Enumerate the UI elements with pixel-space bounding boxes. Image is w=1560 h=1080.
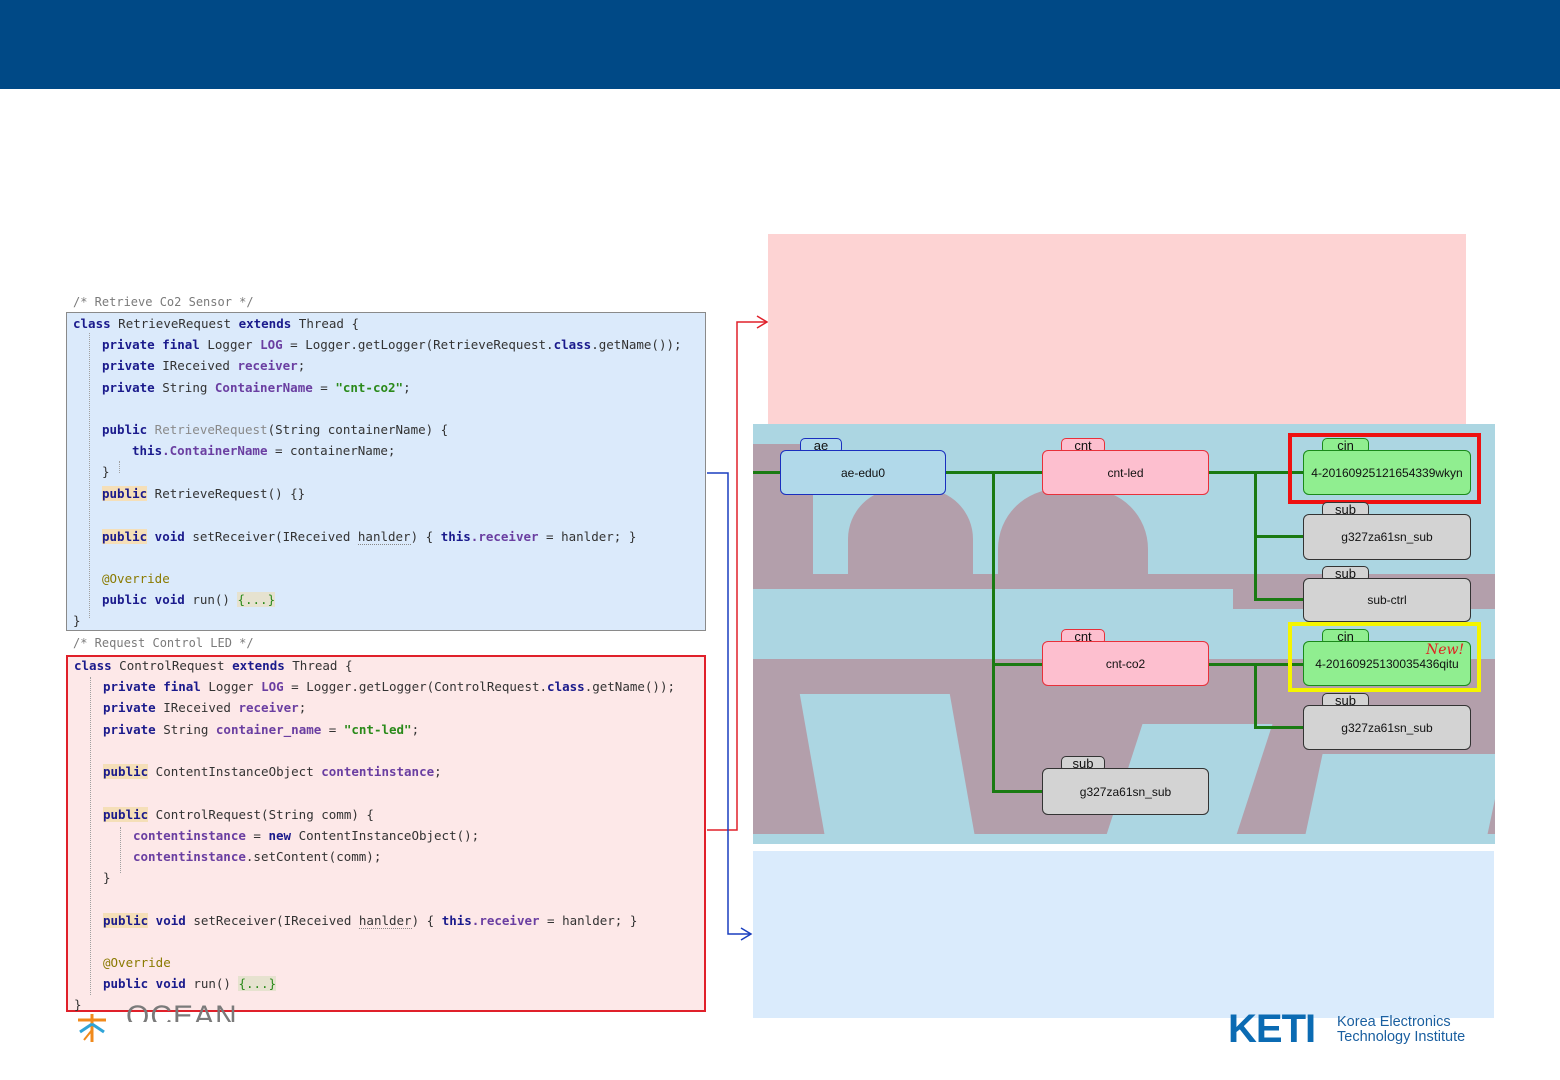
ocean-logo: OCEAN xyxy=(72,1000,252,1046)
ocean-wordmark: OCEAN xyxy=(126,1000,238,1022)
tree-node-sub-co2[interactable]: g327za61sn_sub xyxy=(1303,705,1471,750)
highlight-box-red xyxy=(1288,433,1481,504)
tree-link xyxy=(753,471,781,474)
resource-tree-panel: ae ae-edu0 cnt cnt-led cnt cnt-co2 sub g… xyxy=(753,424,1495,844)
response-panel-blue xyxy=(753,851,1494,1018)
tree-link xyxy=(992,790,1043,793)
tree-node-cnt-led[interactable]: cnt-led xyxy=(1042,450,1209,495)
highlight-box-yellow xyxy=(1288,622,1481,692)
keti-name-line1: Korea Electronics xyxy=(1337,1014,1451,1030)
tree-link xyxy=(1254,663,1257,729)
tree-link xyxy=(1254,535,1304,538)
tree-node-ae-edu0[interactable]: ae-edu0 xyxy=(780,450,946,495)
tree-link xyxy=(1254,726,1304,729)
tree-link xyxy=(1254,598,1304,601)
tree-node-sub-ctrl[interactable]: sub-ctrl xyxy=(1303,578,1471,622)
keti-wordmark: KETI xyxy=(1228,1007,1316,1051)
ocean-mark-icon xyxy=(78,1014,106,1042)
blue-connector-arrow xyxy=(707,472,751,935)
tree-node-sub-led[interactable]: g327za61sn_sub xyxy=(1303,514,1471,560)
tree-link xyxy=(992,471,995,792)
watermark-shape xyxy=(799,694,977,844)
response-panel-pink xyxy=(768,234,1466,424)
tree-node-sub-ae[interactable]: g327za61sn_sub xyxy=(1042,768,1209,815)
keti-logo: KETI Korea Electronics Technology Instit… xyxy=(1228,1005,1498,1057)
tree-link xyxy=(992,663,1043,666)
tree-node-cnt-co2[interactable]: cnt-co2 xyxy=(1042,641,1209,686)
watermark-shape xyxy=(1303,754,1495,844)
keti-name-line2: Technology Institute xyxy=(1337,1029,1466,1045)
